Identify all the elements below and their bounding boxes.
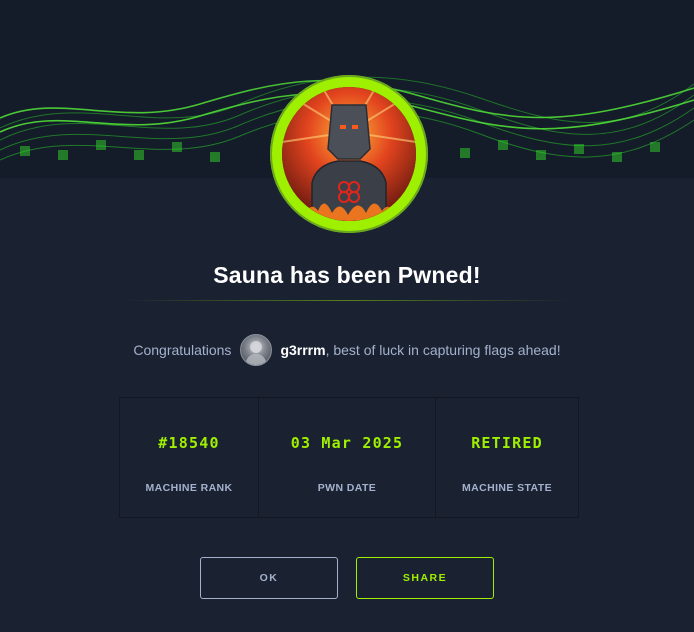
stat-machine-rank: #18540 MACHINE RANK (120, 398, 259, 517)
machine-avatar-icon (282, 87, 416, 221)
stat-pwn-date: 03 Mar 2025 PWN DATE (259, 398, 436, 517)
congratulations-message: Congratulations g3rrrm , best of luck in… (0, 334, 694, 366)
user-avatar-icon (245, 341, 268, 365)
machine-state-value: RETIRED (471, 434, 543, 452)
machine-rank-value: #18540 (158, 434, 220, 452)
user-avatar[interactable] (240, 334, 273, 366)
congrats-suffix: , best of luck in capturing flags ahead! (325, 342, 561, 358)
username[interactable]: g3rrrm (280, 342, 325, 358)
title-divider (124, 300, 570, 301)
ok-button[interactable]: OK (200, 557, 338, 599)
machine-rank-label: MACHINE RANK (145, 482, 233, 494)
pwn-date-label: PWN DATE (317, 482, 377, 494)
machine-avatar-ring (270, 75, 428, 233)
machine-state-label: MACHINE STATE (462, 482, 552, 494)
pwn-date-value: 03 Mar 2025 (290, 434, 404, 452)
page-title: Sauna has been Pwned! (213, 262, 481, 288)
machine-avatar (282, 87, 416, 221)
stats-panel: #18540 MACHINE RANK 03 Mar 2025 PWN DATE… (119, 397, 579, 518)
stat-machine-state: RETIRED MACHINE STATE (436, 398, 578, 517)
congrats-prefix: Congratulations (133, 342, 232, 358)
share-button[interactable]: SHARE (356, 557, 494, 599)
